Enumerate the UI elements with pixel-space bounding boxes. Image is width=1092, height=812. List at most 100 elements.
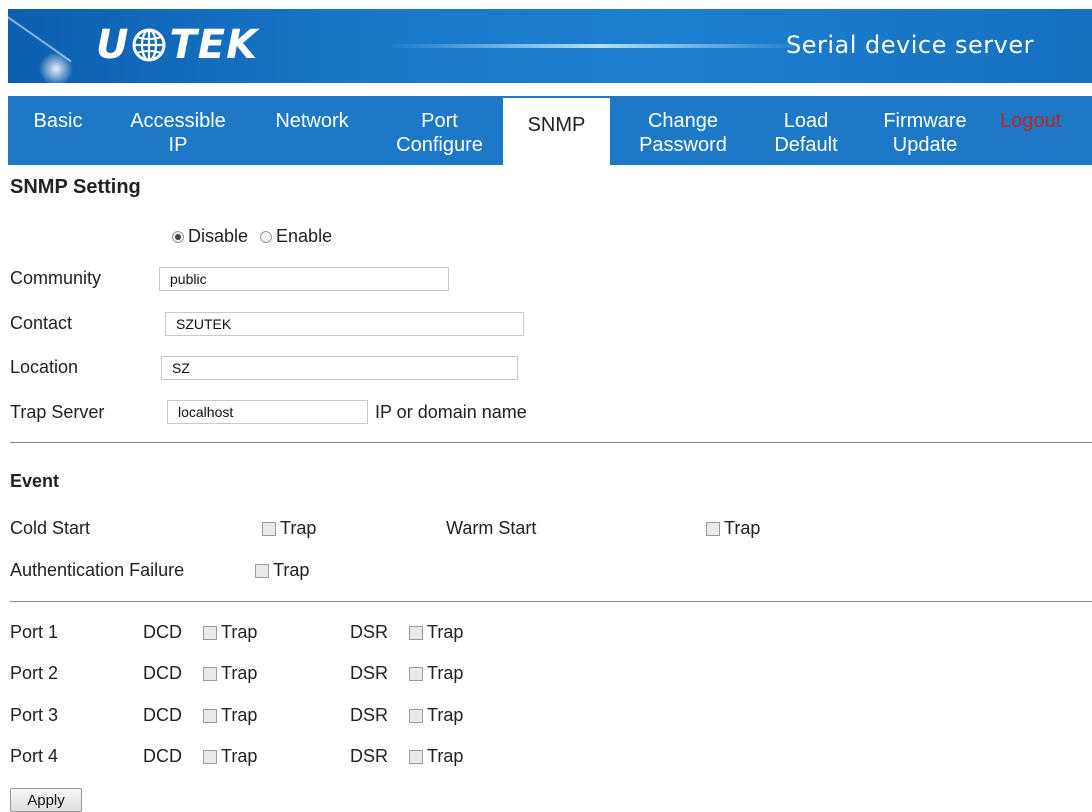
port2-dcd-checkbox[interactable]	[203, 666, 217, 681]
nav-label: Basic	[33, 110, 83, 132]
nav-change-password[interactable]: Change Password	[610, 96, 756, 165]
port-label: Port 3	[10, 705, 59, 725]
trap-label: Trap	[221, 705, 258, 725]
divider	[10, 601, 1092, 602]
nav-label: IP	[168, 134, 188, 156]
port4-dcd-trap[interactable]: Trap	[203, 746, 257, 767]
nav-label: Firmware	[883, 110, 967, 132]
nav-logout[interactable]: Logout	[994, 96, 1092, 165]
nav-accessible-ip[interactable]: Accessible IP	[108, 96, 248, 165]
radio-disable[interactable]: Disable	[172, 226, 248, 247]
radio-enable-label: Enable	[276, 226, 333, 246]
port4-dsr-trap[interactable]: Trap	[409, 746, 463, 767]
trap-label: Trap	[724, 518, 761, 538]
trap-server-hint: IP or domain name	[375, 402, 527, 422]
contact-input[interactable]: SZUTEK	[165, 312, 524, 336]
port-label: Port 2	[10, 663, 59, 683]
radio-enable[interactable]: Enable	[260, 226, 332, 247]
port4-dsr-checkbox[interactable]	[409, 749, 423, 764]
trap-label: Trap	[221, 622, 258, 642]
port3-dcd-trap[interactable]: Trap	[203, 705, 257, 726]
port-label: Port 4	[10, 746, 59, 766]
apply-button[interactable]: Apply	[10, 788, 82, 812]
nav-port-configure[interactable]: Port Configure	[376, 96, 503, 165]
nav-label: Update	[892, 134, 958, 156]
radio-disable-label: Disable	[188, 226, 249, 246]
dcd-label: DCD	[143, 663, 182, 683]
trap-label: Trap	[280, 518, 317, 538]
port2-dsr-trap[interactable]: Trap	[409, 663, 463, 684]
trap-label: Trap	[427, 705, 464, 725]
nav-label: SNMP	[527, 114, 586, 136]
trap-label: Trap	[221, 746, 258, 766]
trap-label: Trap	[427, 663, 464, 683]
auth-failure-trap[interactable]: Trap	[255, 560, 309, 581]
cold-start-trap[interactable]: Trap	[262, 518, 316, 539]
trap-label: Trap	[427, 622, 464, 642]
trap-server-input[interactable]: localhost	[167, 400, 368, 424]
port1-dcd-checkbox[interactable]	[203, 625, 217, 640]
warm-start-trap-checkbox[interactable]	[706, 521, 720, 536]
dsr-label: DSR	[350, 746, 389, 766]
nav-snmp[interactable]: SNMP	[503, 96, 610, 165]
dcd-label: DCD	[143, 622, 182, 642]
trap-server-label: Trap Server	[10, 402, 105, 422]
location-label: Location	[10, 357, 79, 377]
divider	[10, 442, 1092, 443]
top-nav: Basic Accessible IP Network Port Configu…	[8, 96, 1092, 165]
nav-label: Logout	[1000, 110, 1062, 132]
port1-dsr-trap[interactable]: Trap	[409, 622, 463, 643]
snmp-toggle: Disable Enable	[172, 226, 344, 247]
port4-dcd-checkbox[interactable]	[203, 749, 217, 764]
utek-logo: U TEK	[96, 22, 259, 68]
warm-start-trap[interactable]: Trap	[706, 518, 760, 539]
auth-failure-label: Authentication Failure	[10, 560, 185, 580]
nav-label: Network	[275, 110, 349, 132]
dsr-label: DSR	[350, 705, 389, 725]
community-input[interactable]: public	[159, 267, 449, 291]
header-banner: U TEK Serial device server	[8, 9, 1092, 83]
nav-load-default[interactable]: Load Default	[756, 96, 856, 165]
port1-dcd-trap[interactable]: Trap	[203, 622, 257, 643]
dsr-label: DSR	[350, 663, 389, 683]
nav-label: Load	[783, 110, 829, 132]
trap-label: Trap	[273, 560, 310, 580]
nav-label: Password	[639, 134, 727, 156]
port3-dsr-checkbox[interactable]	[409, 708, 423, 723]
nav-label: Port	[421, 110, 458, 132]
contact-label: Contact	[10, 313, 73, 333]
port1-dsr-checkbox[interactable]	[409, 625, 423, 640]
event-heading: Event	[10, 471, 60, 491]
port-label: Port 1	[10, 622, 59, 642]
banner-glow	[388, 44, 808, 48]
logo-text-right: TEK	[169, 22, 259, 68]
product-title: Serial device server	[786, 31, 1034, 59]
auth-failure-trap-checkbox[interactable]	[255, 563, 269, 578]
cold-start-trap-checkbox[interactable]	[262, 521, 276, 536]
nav-label: Configure	[396, 134, 483, 156]
warm-start-label: Warm Start	[446, 518, 537, 538]
cold-start-label: Cold Start	[10, 518, 91, 538]
nav-label: Change	[647, 110, 719, 132]
radio-disable-circle[interactable]	[172, 230, 184, 243]
port3-dcd-checkbox[interactable]	[203, 708, 217, 723]
nav-network[interactable]: Network	[248, 96, 376, 165]
page-title: SNMP Setting	[10, 176, 141, 198]
dcd-label: DCD	[143, 705, 182, 725]
nav-basic[interactable]: Basic	[8, 96, 108, 165]
port2-dsr-checkbox[interactable]	[409, 666, 423, 681]
port2-dcd-trap[interactable]: Trap	[203, 663, 257, 684]
globe-icon	[132, 28, 166, 62]
nav-firmware-update[interactable]: Firmware Update	[856, 96, 994, 165]
trap-label: Trap	[427, 746, 464, 766]
community-label: Community	[10, 268, 102, 288]
banner-sparkle	[36, 49, 76, 83]
location-input[interactable]: SZ	[161, 356, 518, 380]
port3-dsr-trap[interactable]: Trap	[409, 705, 463, 726]
logo-text-left: U	[96, 22, 130, 68]
dcd-label: DCD	[143, 746, 182, 766]
radio-enable-circle[interactable]	[260, 230, 273, 243]
trap-label: Trap	[221, 663, 258, 683]
nav-label: Accessible	[130, 110, 226, 132]
dsr-label: DSR	[350, 622, 389, 642]
